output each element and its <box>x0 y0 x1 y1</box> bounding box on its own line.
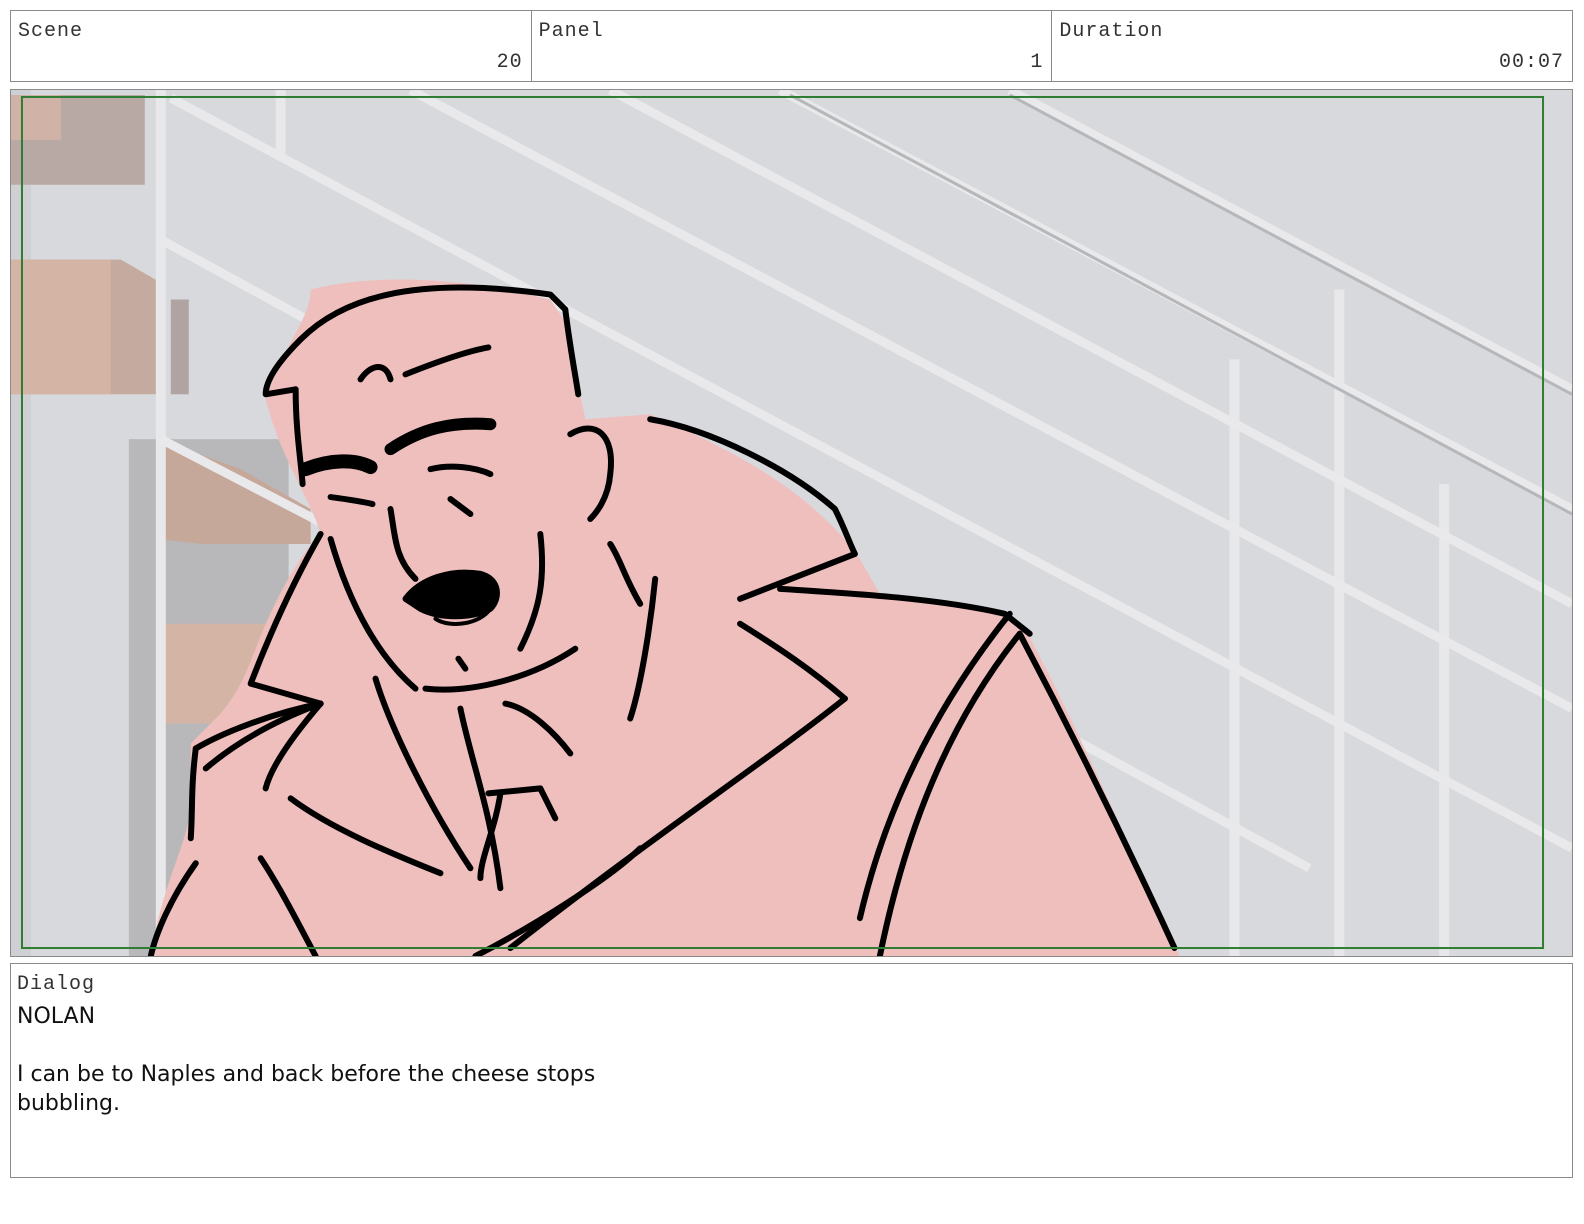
dialog-box: Dialog NOLAN I can be to Naples and back… <box>10 963 1573 1178</box>
dialog-line: I can be to Naples and back before the c… <box>17 1062 596 1116</box>
duration-cell: Duration 00:07 <box>1052 11 1572 81</box>
panel-header: Scene 20 Panel 1 Duration 00:07 <box>10 10 1573 82</box>
dialog-label: Dialog <box>17 973 96 996</box>
panel-label: Panel <box>538 20 604 43</box>
scene-number: 20 <box>496 51 523 74</box>
scene-cell: Scene 20 <box>11 11 532 81</box>
speaker-name: NOLAN <box>17 1004 96 1029</box>
storyboard-panel-image <box>10 89 1573 957</box>
scene-label: Scene <box>18 20 84 43</box>
storyboard-drawing <box>11 90 1572 956</box>
panel-number: 1 <box>1030 51 1044 74</box>
duration-label: Duration <box>1059 20 1164 43</box>
duration-value: 00:07 <box>1499 51 1565 74</box>
panel-cell: Panel 1 <box>532 11 1053 81</box>
